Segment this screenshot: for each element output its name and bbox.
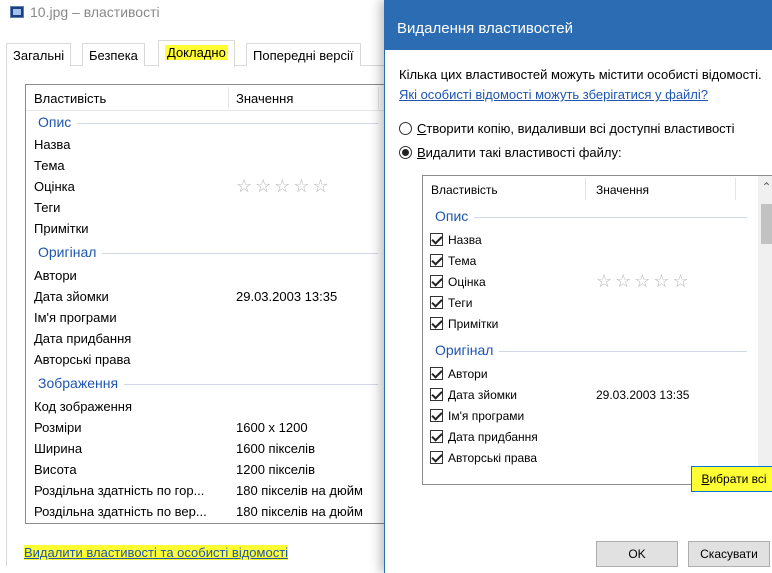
tab-security[interactable]: Безпека <box>82 43 145 66</box>
select-all-button[interactable]: Вибрати всі <box>691 466 772 492</box>
list-item[interactable]: Роздільна здатність по гор... 180 піксел… <box>34 481 384 501</box>
column-header-value[interactable]: Значення <box>596 183 649 197</box>
group-origin: Оригінал <box>435 341 747 361</box>
column-divider <box>378 87 379 109</box>
ok-button[interactable]: OK <box>596 541 678 567</box>
window-title: 10.jpg – властивості <box>30 4 160 20</box>
tab-details[interactable]: Докладно <box>158 40 235 67</box>
cancel-button[interactable]: Скасувати <box>688 541 770 567</box>
removable-properties-list[interactable]: Властивість Значення Опис Назва Тема Оці… <box>422 175 772 485</box>
column-header-property[interactable]: Властивість <box>34 91 106 106</box>
tab-previous-versions[interactable]: Попередні версії <box>246 43 361 66</box>
checkbox-checked[interactable] <box>430 296 443 309</box>
group-heading: Опис <box>435 208 475 224</box>
list-item[interactable]: Теги <box>430 294 750 314</box>
list-item[interactable]: Назва <box>34 135 384 155</box>
list-header: Властивість Значення <box>26 85 384 111</box>
list-item[interactable]: Висота 1200 пікселів <box>34 460 384 480</box>
group-heading: Опис <box>38 114 78 130</box>
column-header-property[interactable]: Властивість <box>431 183 498 197</box>
remove-properties-dialog: Видалення властивостей Кілька цих власти… <box>384 0 772 573</box>
checkbox-checked[interactable] <box>430 367 443 380</box>
radio-label: Створити копію, видаливши всі доступні в… <box>417 121 735 136</box>
radio-button-selected[interactable] <box>399 146 412 159</box>
list-item[interactable]: Ім'я програми <box>430 407 750 427</box>
remove-properties-link[interactable]: Видалити властивості та особисті відомос… <box>24 545 289 560</box>
info-text: Кілька цих властивостей можуть містити о… <box>399 67 762 82</box>
list-item[interactable]: Дата придбання <box>34 329 384 349</box>
group-heading: Оригінал <box>435 342 500 358</box>
group-divider-line <box>38 123 378 124</box>
image-file-icon <box>10 6 24 18</box>
rating-stars: ☆☆☆☆☆ <box>596 271 692 291</box>
column-header-value[interactable]: Значення <box>236 91 293 106</box>
group-description: Опис <box>38 113 378 133</box>
group-heading: Зображення <box>38 375 125 391</box>
checkbox-checked[interactable] <box>430 430 443 443</box>
list-item[interactable]: Дата придбання <box>430 428 750 448</box>
properties-window-titlebar: 10.jpg – властивості <box>0 0 390 28</box>
checkbox-checked[interactable] <box>430 451 443 464</box>
checkbox-checked[interactable] <box>430 317 443 330</box>
dialog-title: Видалення властивостей <box>397 20 573 37</box>
list-item[interactable]: Дата зйомки 29.03.2003 13:35 <box>430 386 750 406</box>
dialog-body: Кілька цих властивостей можуть містити о… <box>385 50 772 573</box>
column-divider <box>735 178 736 200</box>
details-panel: Властивість Значення Опис Назва Тема Оці… <box>6 66 390 566</box>
list-item[interactable]: Примітки <box>430 315 750 335</box>
list-item[interactable]: Авторські права <box>34 350 384 370</box>
tab-general[interactable]: Загальні <box>6 43 72 66</box>
list-item[interactable]: Тема <box>34 156 384 176</box>
group-origin: Оригінал <box>38 243 378 263</box>
list-item[interactable]: Розміри 1600 x 1200 <box>34 418 384 438</box>
scrollbar-thumb[interactable] <box>761 204 772 244</box>
list-item[interactable]: Автори <box>430 365 750 385</box>
radio-create-copy[interactable]: Створити копію, видаливши всі доступні в… <box>399 121 759 141</box>
radio-label: Видалити такі властивості файлу: <box>417 145 622 160</box>
column-divider <box>228 87 229 109</box>
group-description: Опис <box>435 207 747 227</box>
screen: 10.jpg – властивості Загальні Безпека До… <box>0 0 772 573</box>
list-item[interactable]: Роздільна здатність по вер... 180 піксел… <box>34 502 384 522</box>
list-item[interactable]: Назва <box>430 231 750 251</box>
list-item[interactable]: Теги <box>34 198 384 218</box>
group-heading: Оригінал <box>38 244 103 260</box>
group-image: Зображення <box>38 374 378 394</box>
list-item[interactable]: Ім'я програми <box>34 308 384 328</box>
list-item[interactable]: Тема <box>430 252 750 272</box>
radio-button[interactable] <box>399 122 412 135</box>
scroll-up-icon[interactable]: ⌃ <box>758 180 772 196</box>
list-item[interactable]: Дата зйомки 29.03.2003 13:35 <box>34 287 384 307</box>
column-divider <box>585 178 586 200</box>
list-item[interactable]: Ширина 1600 пікселів <box>34 439 384 459</box>
dialog-titlebar: Видалення властивостей <box>385 0 772 50</box>
rating-stars[interactable]: ☆☆☆☆☆ <box>236 176 332 197</box>
list-item[interactable]: Оцінка ☆☆☆☆☆ <box>430 271 750 293</box>
personal-info-help-link[interactable]: Які особисті відомості можуть зберігатис… <box>399 87 708 102</box>
list-item[interactable]: Оцінка ☆☆☆☆☆ <box>34 176 384 197</box>
list-item[interactable]: Автори <box>34 266 384 286</box>
properties-list[interactable]: Властивість Значення Опис Назва Тема Оці… <box>25 84 385 524</box>
list-item[interactable]: Примітки <box>34 219 384 239</box>
vertical-scrollbar[interactable]: ⌃ ⌄ <box>758 176 772 484</box>
checkbox-checked[interactable] <box>430 233 443 246</box>
list-item[interactable]: Код зображення <box>34 397 384 417</box>
radio-remove-properties[interactable]: Видалити такі властивості файлу: <box>399 145 759 165</box>
list-header: Властивість Значення <box>423 176 772 202</box>
checkbox-checked[interactable] <box>430 275 443 288</box>
checkbox-checked[interactable] <box>430 388 443 401</box>
group-divider-line <box>435 217 747 218</box>
checkbox-checked[interactable] <box>430 254 443 267</box>
tab-strip: Загальні Безпека Докладно Попередні верс… <box>6 40 390 67</box>
checkbox-checked[interactable] <box>430 409 443 422</box>
